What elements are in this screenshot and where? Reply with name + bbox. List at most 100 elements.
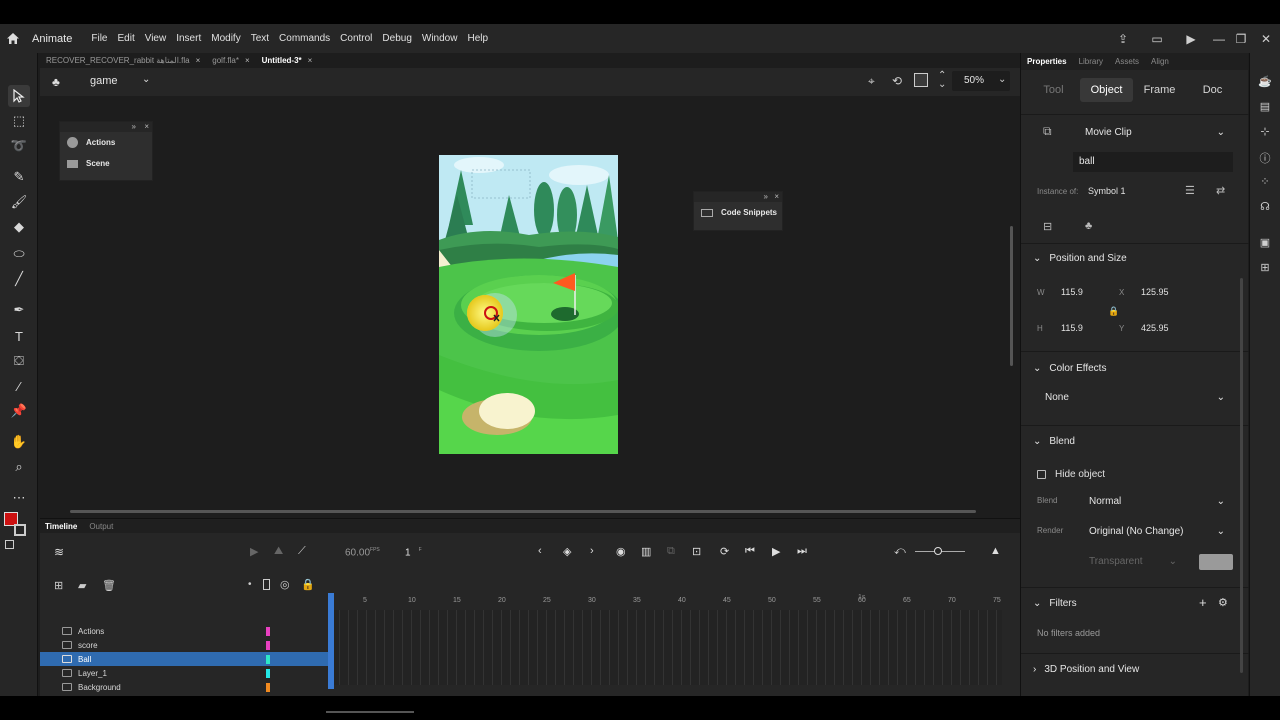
stage-area[interactable]: » × Actions Scene » × Code Snippets [40, 96, 1020, 518]
menu-commands[interactable]: Commands [274, 33, 335, 44]
x-value[interactable]: 125.95 [1141, 287, 1169, 297]
menu-insert[interactable]: Insert [171, 33, 206, 44]
lasso-tool-icon[interactable]: ➰ [8, 135, 30, 157]
render-dropdown[interactable]: Original (No Change) ⌄ [1081, 521, 1233, 541]
pen-tool-icon[interactable]: ✒ [8, 299, 30, 321]
y-value[interactable]: 425.95 [1141, 323, 1169, 333]
free-transform-tool-icon[interactable]: ⬚ [8, 110, 30, 132]
layer-color-swatch[interactable] [266, 668, 270, 678]
close-tab-icon[interactable]: × [308, 56, 313, 65]
tab-timeline[interactable]: Timeline [45, 522, 77, 531]
panel-layout-icon[interactable]: ▭ [1140, 32, 1174, 46]
edit-symbol-icon[interactable]: ☰ [1185, 184, 1195, 197]
new-folder-icon[interactable]: ▰ [78, 579, 86, 592]
tab-object[interactable]: Object [1080, 78, 1133, 102]
close-icon[interactable]: × [774, 192, 779, 201]
delete-layer-icon[interactable]: 🗑 [102, 579, 116, 592]
close-icon[interactable]: × [144, 122, 149, 131]
frame-ruler[interactable]: 5 10 15 20 25 30 35 40 45 50 55 60 65 70 75 [330, 597, 1002, 609]
layer-row[interactable]: score [40, 638, 330, 652]
height-value[interactable]: 115.9 [1061, 323, 1083, 333]
fps-display[interactable]: 60.00FPS [345, 547, 380, 558]
zoom-slider-handle[interactable] [934, 547, 942, 555]
menu-edit[interactable]: Edit [112, 33, 139, 44]
instance-of-value[interactable]: Symbol 1 [1088, 186, 1126, 196]
home-icon[interactable] [0, 24, 26, 53]
symbol-type-dropdown[interactable]: Movie Clip ⌄ [1077, 122, 1233, 142]
paint-brush-tool-icon[interactable]: ✎ [8, 166, 30, 188]
graph-icon[interactable]: ⟋ [298, 545, 306, 558]
insert-frame-icon[interactable]: ⊡ [692, 545, 701, 558]
layer-color-swatch[interactable] [266, 640, 270, 650]
collapse-icon[interactable]: » [764, 192, 768, 201]
menu-view[interactable]: View [140, 33, 172, 44]
info-icon[interactable]: ⓘ [1258, 150, 1272, 165]
coffee-icon[interactable]: ☕ [1258, 75, 1272, 89]
tab-align[interactable]: Align [1151, 57, 1169, 66]
panel-header[interactable]: » × [60, 122, 152, 132]
onion-skin-icon[interactable]: ◉ [616, 545, 626, 558]
center-stage-icon[interactable]: ⌃ ⌄ [938, 71, 946, 90]
close-tab-icon[interactable]: × [245, 56, 250, 65]
render-bg-color-swatch[interactable] [1199, 554, 1233, 570]
doc-tab-rabbit[interactable]: RECOVER_RECOVER_rabbit المتاهة.fla × [40, 53, 206, 67]
filters-header[interactable]: ⌄ Filters [1033, 598, 1077, 609]
new-layer-icon[interactable]: ⊞ [54, 579, 63, 592]
close-icon[interactable]: ✕ [1252, 32, 1280, 46]
blend-mode-dropdown[interactable]: Normal ⌄ [1081, 491, 1233, 511]
tab-library[interactable]: Library [1079, 57, 1103, 66]
frame-grid[interactable] [330, 610, 1002, 685]
next-keyframe-icon[interactable]: › [590, 545, 594, 557]
width-value[interactable]: 115.9 [1061, 287, 1083, 297]
share-icon[interactable]: ⇪ [1106, 32, 1140, 46]
lock-aspect-icon[interactable]: 🔒 [1108, 306, 1119, 317]
align-icon[interactable]: ⊟ [1043, 220, 1052, 233]
go-to-last-frame-icon[interactable]: ⏭ [797, 545, 807, 558]
brush-tool-icon[interactable]: 🖌 [8, 191, 30, 213]
tab-output[interactable]: Output [89, 522, 113, 531]
insert-keyframe-icon[interactable]: ◈ [563, 545, 571, 558]
eye-icon[interactable]: ◎ [280, 578, 290, 591]
loop-icon[interactable]: ⟳ [720, 545, 729, 558]
chevron-down-icon[interactable]: ⌄ [142, 74, 150, 85]
position-size-header[interactable]: ⌄ Position and Size [1033, 253, 1127, 264]
layer-row[interactable]: Background [40, 680, 330, 694]
menu-file[interactable]: File [86, 33, 112, 44]
grid-panel-icon[interactable]: ⊞ [1258, 261, 1272, 275]
tab-assets[interactable]: Assets [1115, 57, 1139, 66]
rotate-stage-icon[interactable]: ⟲ [892, 74, 902, 88]
hand-tool-icon[interactable]: ✋ [8, 431, 30, 453]
timeline-scrollbar[interactable] [326, 711, 414, 713]
menu-modify[interactable]: Modify [206, 33, 245, 44]
text-tool-icon[interactable]: T [8, 325, 30, 347]
layer-depth-icon[interactable]: ⛰ [274, 545, 283, 558]
layer-row[interactable]: Actions [40, 624, 330, 638]
playhead[interactable] [328, 593, 334, 689]
fill-color-swatch[interactable] [14, 524, 26, 536]
tab-tool[interactable]: Tool [1027, 78, 1080, 102]
layer-color-swatch[interactable] [266, 626, 270, 636]
tab-frame[interactable]: Frame [1133, 78, 1186, 102]
menu-debug[interactable]: Debug [377, 33, 416, 44]
close-tab-icon[interactable]: × [196, 56, 201, 65]
component-icon[interactable]: ▣ [1258, 236, 1272, 250]
doc-tab-golf[interactable]: golf.fla* × [206, 53, 255, 67]
stage-horizontal-scrollbar[interactable] [70, 510, 976, 513]
stage-canvas[interactable] [439, 155, 618, 454]
puppet-icon[interactable]: ☊ [1258, 200, 1272, 214]
swap-colors-icon[interactable] [5, 540, 14, 549]
layer-color-swatch[interactable] [266, 682, 270, 692]
library-icon[interactable]: ▤ [1258, 100, 1272, 114]
paint-bucket-tool-icon[interactable]: ⛋ [8, 350, 30, 372]
more-tools-icon[interactable]: ⋯ [8, 487, 30, 509]
hide-object-checkbox[interactable] [1037, 470, 1046, 479]
mountain-icon[interactable]: ▲ [990, 545, 1001, 557]
edit-multiple-frames-icon[interactable]: ▥ [641, 545, 651, 558]
color-effects-header[interactable]: ⌄ Color Effects [1033, 363, 1106, 374]
swap-symbol-icon[interactable]: ⇄ [1216, 184, 1225, 197]
eyedropper-tool-icon[interactable]: ⁄ [8, 375, 30, 397]
menu-help[interactable]: Help [462, 33, 493, 44]
lock-icon[interactable]: 🔒 [301, 578, 315, 591]
clip-stage-icon[interactable] [914, 73, 928, 87]
code-snippets-item[interactable]: Code Snippets [694, 202, 782, 223]
